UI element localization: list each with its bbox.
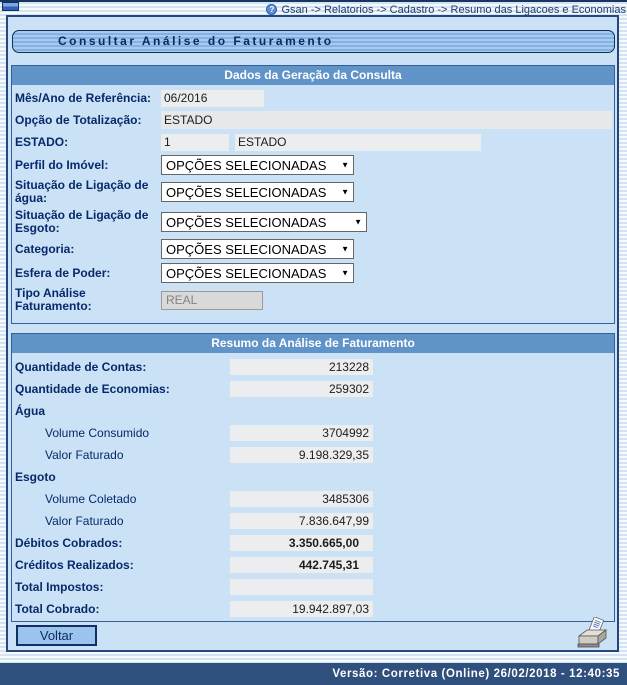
situacao-esgoto-select[interactable]: OPÇÕES SELECIONADAS (161, 212, 367, 232)
version-bar: Versão: Corretiva (Online) 26/02/2018 - … (0, 663, 627, 685)
esfera-poder-select[interactable]: OPÇÕES SELECIONADAS (161, 263, 354, 283)
total-impostos-label: Total Impostos: (15, 580, 230, 594)
perfil-imovel-select[interactable]: OPÇÕES SELECIONADAS (161, 155, 354, 175)
qtd-contas-value: 213228 (230, 359, 373, 375)
menu-chip[interactable] (2, 2, 19, 11)
valor-faturado-agua-label: Valor Faturado (15, 448, 230, 462)
qtd-economias-label: Quantidade de Economias: (15, 382, 230, 396)
valor-faturado-esgoto-label: Valor Faturado (15, 514, 230, 528)
section-resumo-header: Resumo da Análise de Faturamento (12, 334, 614, 353)
row-categoria: Categoria: OPÇÕES SELECIONADAS ▼ (15, 239, 612, 259)
total-cobrado-label: Total Cobrado: (15, 602, 230, 616)
row-qtd-economias: Quantidade de Economias: 259302 (15, 380, 612, 397)
debitos-cobrados-label: Débitos Cobrados: (15, 536, 230, 550)
row-valor-faturado-agua: Valor Faturado 9.198.329,35 (15, 446, 612, 463)
breadcrumb-text: Gsan -> Relatorios -> Cadastro -> Resumo… (281, 4, 626, 16)
creditos-realizados-value: 442.745,31 (230, 557, 373, 573)
total-impostos-value (230, 579, 373, 595)
row-qtd-contas: Quantidade de Contas: 213228 (15, 358, 612, 375)
row-total-cobrado: Total Cobrado: 19.942.897,03 (15, 600, 612, 617)
section-resumo: Resumo da Análise de Faturamento Quantid… (11, 333, 615, 622)
totalizacao-value: ESTADO (161, 111, 612, 129)
printer-icon[interactable] (577, 617, 609, 649)
row-creditos-realizados: Créditos Realizados: 442.745,31 (15, 556, 612, 573)
row-volume-coletado: Volume Coletado 3485306 (15, 490, 612, 507)
help-icon[interactable]: ? (266, 4, 277, 15)
row-perfil-imovel: Perfil do Imóvel: OPÇÕES SELECIONADAS ▼ (15, 155, 612, 175)
section-dados-header: Dados da Geração da Consulta (12, 66, 614, 85)
row-situacao-esgoto: Situação de Ligação de Esgoto: OPÇÕES SE… (15, 209, 612, 235)
situacao-agua-select[interactable]: OPÇÕES SELECIONADAS (161, 182, 354, 202)
categoria-label: Categoria: (15, 243, 161, 256)
volume-consumido-value: 3704992 (230, 425, 373, 441)
qtd-contas-label: Quantidade de Contas: (15, 360, 230, 374)
mes-ano-label: Mês/Ano de Referência: (15, 92, 161, 105)
total-cobrado-value: 19.942.897,03 (230, 601, 373, 617)
row-situacao-agua: Situação de Ligação de água: OPÇÕES SELE… (15, 179, 612, 205)
qtd-economias-value: 259302 (230, 381, 373, 397)
situacao-agua-label: Situação de Ligação de água: (15, 179, 161, 205)
row-volume-consumido: Volume Consumido 3704992 (15, 424, 612, 441)
row-agua-group: Água (15, 402, 612, 419)
row-mes-ano: Mês/Ano de Referência: 06/2016 (15, 89, 612, 107)
valor-faturado-esgoto-value: 7.836.647,99 (230, 513, 373, 529)
esfera-poder-label: Esfera de Poder: (15, 267, 161, 280)
perfil-imovel-label: Perfil do Imóvel: (15, 159, 161, 172)
row-totalizacao: Opção de Totalização: ESTADO (15, 111, 612, 129)
top-border-line (0, 0, 627, 2)
volume-coletado-label: Volume Coletado (15, 492, 230, 506)
row-debitos-cobrados: Débitos Cobrados: 3.350.665,00 (15, 534, 612, 551)
page-title: Consultar Análise do Faturamento (12, 30, 615, 53)
esgoto-group-label: Esgoto (15, 470, 230, 484)
estado-code-value: 1 (161, 134, 229, 151)
creditos-realizados-label: Créditos Realizados: (15, 558, 230, 572)
volume-coletado-value: 3485306 (230, 491, 373, 507)
categoria-select[interactable]: OPÇÕES SELECIONADAS (161, 239, 354, 259)
voltar-button[interactable]: Voltar (16, 625, 97, 646)
row-total-impostos: Total Impostos: (15, 578, 612, 595)
volume-consumido-label: Volume Consumido (15, 426, 230, 440)
estado-label: ESTADO: (15, 136, 161, 149)
tipo-analise-value: REAL (161, 291, 263, 310)
row-esgoto-group: Esgoto (15, 468, 612, 485)
row-esfera-poder: Esfera de Poder: OPÇÕES SELECIONADAS ▼ (15, 263, 612, 283)
tipo-analise-label: Tipo Análise Faturamento: (15, 287, 161, 313)
section-dados-consulta: Dados da Geração da Consulta Mês/Ano de … (11, 65, 615, 324)
totalizacao-label: Opção de Totalização: (15, 114, 161, 127)
agua-group-label: Água (15, 404, 230, 418)
valor-faturado-agua-value: 9.198.329,35 (230, 447, 373, 463)
situacao-esgoto-label: Situação de Ligação de Esgoto: (15, 209, 161, 235)
debitos-cobrados-value: 3.350.665,00 (230, 535, 373, 551)
row-tipo-analise: Tipo Análise Faturamento: REAL (15, 287, 612, 313)
mes-ano-value: 06/2016 (161, 90, 264, 107)
row-estado: ESTADO: 1 ESTADO (15, 133, 612, 151)
main-panel: Consultar Análise do Faturamento Dados d… (6, 15, 619, 652)
row-valor-faturado-esgoto: Valor Faturado 7.836.647,99 (15, 512, 612, 529)
estado-name-value: ESTADO (235, 134, 481, 151)
